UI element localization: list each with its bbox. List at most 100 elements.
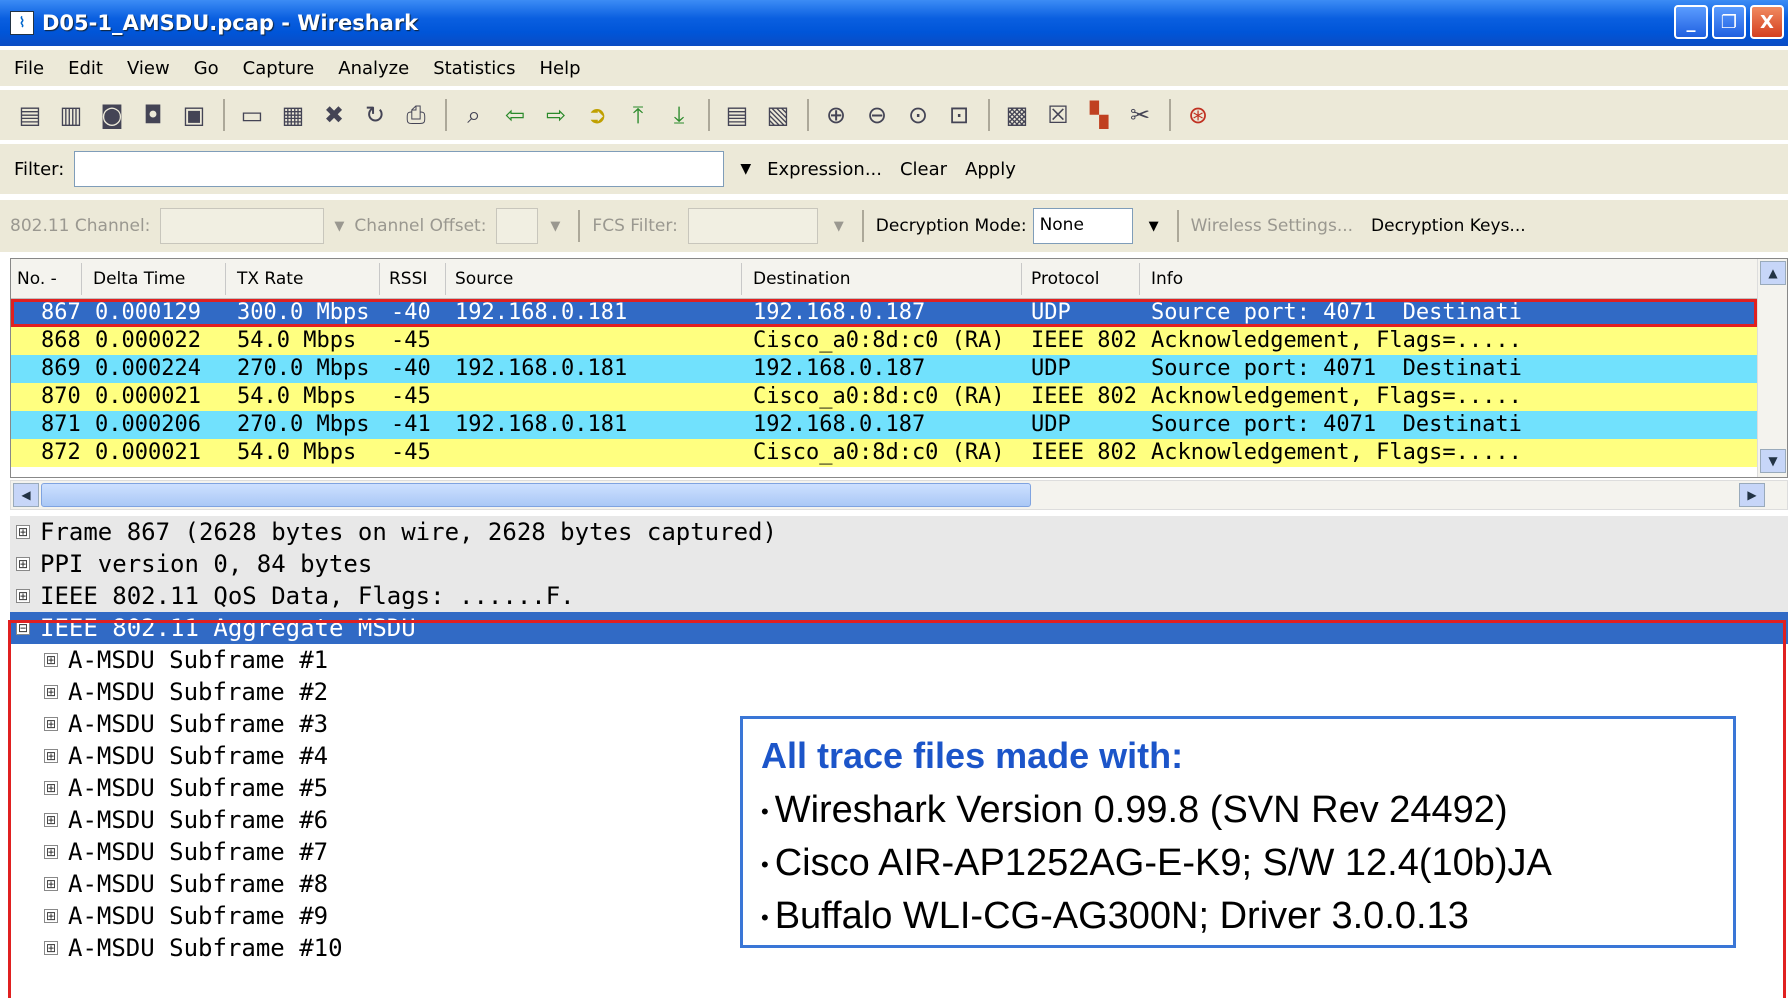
save-file-icon[interactable]: ▦: [277, 99, 309, 131]
menu-view[interactable]: View: [127, 58, 170, 79]
zoom-out-icon[interactable]: ⊖: [861, 99, 893, 131]
packet-no: 871: [41, 412, 81, 437]
coloring-rules-icon[interactable]: ▚: [1083, 99, 1115, 131]
horizontal-scroll-thumb[interactable]: [41, 483, 1031, 507]
column-no[interactable]: No. -: [17, 269, 57, 289]
scroll-right-icon[interactable]: ▶: [1739, 483, 1765, 507]
menu-edit[interactable]: Edit: [68, 58, 103, 79]
callout-item: Wireshark Version 0.99.8 (SVN Rev 24492): [761, 789, 1715, 832]
menu-capture[interactable]: Capture: [243, 58, 315, 79]
expand-icon[interactable]: ⊞: [16, 589, 30, 603]
menu-go[interactable]: Go: [194, 58, 219, 79]
packet-no: 868: [41, 328, 81, 353]
help-icon[interactable]: ⊛: [1182, 99, 1214, 131]
display-filters-icon[interactable]: ☒: [1042, 99, 1074, 131]
close-button[interactable]: X: [1750, 5, 1784, 39]
zoom-in-icon[interactable]: ⊕: [820, 99, 852, 131]
auto-scroll-icon[interactable]: ▧: [762, 99, 794, 131]
title-bar: ⌇ D05-1_AMSDU.pcap - Wireshark _ ❐ X: [0, 0, 1788, 46]
decryption-mode-select[interactable]: None: [1032, 208, 1133, 244]
channel-offset-label: Channel Offset:: [354, 216, 487, 236]
go-first-icon[interactable]: ⤒: [622, 99, 654, 131]
packet-rate: 270.0 Mbps: [237, 356, 370, 381]
tree-item-frame[interactable]: ⊞ Frame 867 (2628 bytes on wire, 2628 byt…: [10, 516, 1788, 548]
decryption-keys-button[interactable]: Decryption Keys...: [1371, 216, 1526, 236]
column-source[interactable]: Source: [455, 269, 513, 289]
column-destination[interactable]: Destination: [753, 269, 851, 289]
column-tx-rate[interactable]: TX Rate: [237, 269, 303, 289]
highlight-frame-selected-packet: [11, 299, 1757, 327]
chevron-down-icon[interactable]: ▼: [1149, 219, 1159, 234]
fcs-filter-label: FCS Filter:: [592, 216, 678, 236]
packet-row[interactable]: 868 0.000022 54.0 Mbps -45 Cisco_a0:8d:c…: [11, 327, 1757, 355]
scroll-up-icon[interactable]: ▲: [1760, 261, 1786, 285]
column-delta-time[interactable]: Delta Time: [93, 269, 185, 289]
start-capture-icon[interactable]: ◙: [96, 99, 128, 131]
packet-row[interactable]: 871 0.000206 270.0 Mbps -41 192.168.0.18…: [11, 411, 1757, 439]
capture-options-icon[interactable]: ▥: [55, 99, 87, 131]
tree-item-label: PPI version 0, 84 bytes: [40, 550, 373, 578]
info-callout: All trace files made with: Wireshark Ver…: [740, 716, 1736, 948]
zoom-normal-icon[interactable]: ⊙: [902, 99, 934, 131]
find-packet-icon[interactable]: ⌕: [458, 99, 490, 131]
menu-analyze[interactable]: Analyze: [338, 58, 409, 79]
packet-list[interactable]: No. - Delta Time TX Rate RSSI Source Des…: [10, 258, 1788, 478]
resize-columns-icon[interactable]: ⊡: [943, 99, 975, 131]
maximize-button[interactable]: ❐: [1712, 5, 1746, 39]
go-forward-icon[interactable]: ⇨: [540, 99, 572, 131]
capture-filters-icon[interactable]: ▩: [1001, 99, 1033, 131]
open-file-icon[interactable]: ▭: [236, 99, 268, 131]
packet-row[interactable]: 872 0.000021 54.0 Mbps -45 Cisco_a0:8d:c…: [11, 439, 1757, 467]
menu-statistics[interactable]: Statistics: [433, 58, 515, 79]
go-back-icon[interactable]: ⇦: [499, 99, 531, 131]
expression-button[interactable]: Expression...: [767, 159, 882, 180]
expand-icon[interactable]: ⊞: [16, 525, 30, 539]
packet-protocol: UDP: [1031, 356, 1071, 381]
colorize-icon[interactable]: ▤: [721, 99, 753, 131]
packet-delta: 0.000021: [95, 384, 201, 409]
scroll-left-icon[interactable]: ◀: [13, 483, 39, 507]
restart-capture-icon[interactable]: ▣: [178, 99, 210, 131]
stop-capture-icon[interactable]: ◘: [137, 99, 169, 131]
packet-protocol: IEEE 802: [1031, 384, 1137, 409]
go-to-packet-icon[interactable]: ➲: [581, 99, 613, 131]
tree-item-ppi[interactable]: ⊞ PPI version 0, 84 bytes: [10, 548, 1788, 580]
column-rssi[interactable]: RSSI: [389, 269, 427, 289]
preferences-icon[interactable]: ✂: [1124, 99, 1156, 131]
packet-list-header: No. - Delta Time TX Rate RSSI Source Des…: [11, 259, 1787, 299]
go-last-icon[interactable]: ⤓: [663, 99, 695, 131]
packet-row[interactable]: 869 0.000224 270.0 Mbps -40 192.168.0.18…: [11, 355, 1757, 383]
close-file-icon[interactable]: ✖: [318, 99, 350, 131]
filter-input[interactable]: [74, 151, 725, 187]
scroll-down-icon[interactable]: ▼: [1760, 449, 1786, 473]
menu-file[interactable]: File: [14, 58, 44, 79]
column-info[interactable]: Info: [1151, 269, 1183, 289]
packet-source: 192.168.0.181: [455, 412, 628, 437]
packet-rssi: -41: [391, 412, 431, 437]
filter-dropdown-icon[interactable]: ▼: [740, 161, 751, 177]
tree-item-qos-data[interactable]: ⊞ IEEE 802.11 QoS Data, Flags: ......F.: [10, 580, 1788, 612]
minimize-button[interactable]: _: [1674, 5, 1708, 39]
reload-icon[interactable]: ↻: [359, 99, 391, 131]
packet-delta: 0.000224: [95, 356, 201, 381]
decryption-mode-label: Decryption Mode:: [875, 216, 1027, 236]
packet-destination: Cisco_a0:8d:c0 (RA): [753, 440, 1005, 465]
packet-list-vertical-scrollbar[interactable]: ▲ ▼: [1757, 259, 1787, 477]
apply-button[interactable]: Apply: [965, 159, 1016, 180]
print-icon[interactable]: ⎙: [400, 99, 432, 131]
fcs-filter-select: [687, 208, 818, 244]
expand-icon[interactable]: ⊞: [16, 557, 30, 571]
packet-row[interactable]: 870 0.000021 54.0 Mbps -45 Cisco_a0:8d:c…: [11, 383, 1757, 411]
packet-no: 869: [41, 356, 81, 381]
packet-info: Acknowledgement, Flags=.....: [1151, 440, 1522, 465]
packet-protocol: UDP: [1031, 412, 1071, 437]
packet-list-horizontal-scrollbar[interactable]: ◀ ▶: [10, 480, 1788, 510]
menu-help[interactable]: Help: [539, 58, 580, 79]
column-protocol[interactable]: Protocol: [1031, 269, 1100, 289]
packet-rssi: -45: [391, 328, 431, 353]
interface-list-icon[interactable]: ▤: [14, 99, 46, 131]
window-title: D05-1_AMSDU.pcap - Wireshark: [42, 11, 419, 35]
clear-button[interactable]: Clear: [900, 159, 947, 180]
packet-destination: Cisco_a0:8d:c0 (RA): [753, 328, 1005, 353]
packet-rssi: -40: [391, 356, 431, 381]
